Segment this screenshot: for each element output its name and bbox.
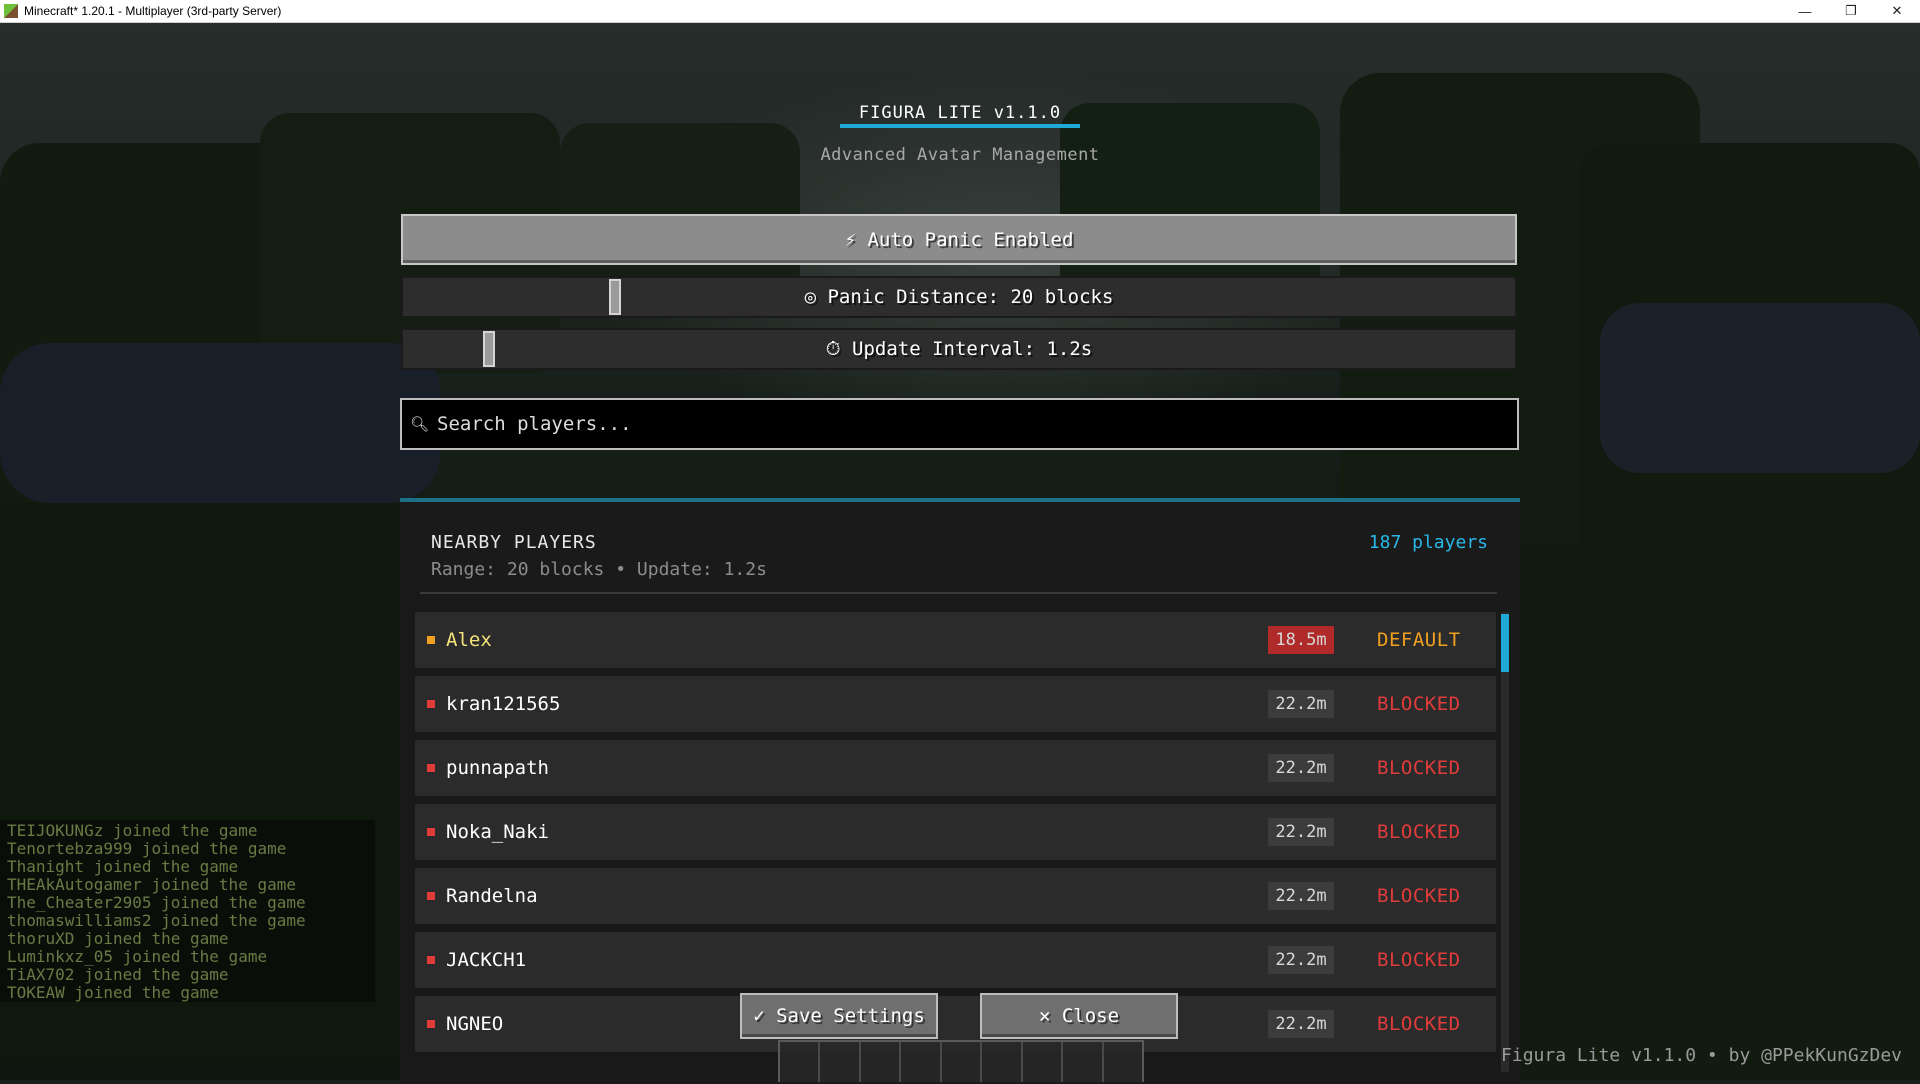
search-icon: 🔍︎	[410, 415, 430, 433]
player-distance-badge: 22.2m	[1268, 754, 1334, 782]
player-distance-badge: 22.2m	[1268, 882, 1334, 910]
chat-line: thoruXD joined the game	[7, 929, 229, 948]
close-label: ✕ Close	[1038, 1005, 1120, 1027]
player-status-bullet	[427, 828, 435, 836]
chat-line: Tenortebza999 joined the game	[7, 839, 287, 858]
auto-panic-toggle-button[interactable]: ⚡ Auto Panic Enabled	[401, 214, 1517, 265]
mod-subtitle: Advanced Avatar Management	[820, 145, 1100, 165]
search-players-input[interactable]: 🔍︎ Search players...	[400, 398, 1519, 450]
window-controls: — ❐ ✕	[1782, 0, 1920, 22]
mod-title: FIGURA LITE v1.1.0	[858, 103, 1062, 123]
player-name: Randelna	[446, 885, 538, 907]
player-status-bullet	[427, 700, 435, 708]
chat-line: TiAX702 joined the game	[7, 965, 229, 984]
update-interval-slider-handle[interactable]	[483, 331, 495, 367]
chat-log: TEIJOKUNGz joined the game Tenortebza999 …	[0, 820, 375, 1002]
update-interval-label: ⏱ Update Interval: 1.2s	[825, 338, 1093, 360]
player-row[interactable]: kran121565 22.2m BLOCKED	[415, 676, 1496, 732]
player-distance-badge: 22.2m	[1268, 1010, 1334, 1038]
close-window-button[interactable]: ✕	[1874, 0, 1920, 22]
panel-title: NEARBY PLAYERS	[431, 532, 597, 553]
player-status[interactable]: BLOCKED	[1377, 885, 1461, 907]
update-interval-slider[interactable]: ⏱ Update Interval: 1.2s	[401, 328, 1517, 370]
save-settings-button[interactable]: ✓ Save Settings	[740, 993, 938, 1039]
player-row[interactable]: Alex 18.5m DEFAULT	[415, 612, 1496, 668]
watermark: Figura Lite v1.1.0 • by @PPekKunGzDev	[1501, 1045, 1902, 1066]
minimize-button[interactable]: —	[1782, 0, 1828, 22]
window-titlebar: Minecraft* 1.20.1 - Multiplayer (3rd-par…	[0, 0, 1920, 23]
panic-distance-slider-handle[interactable]	[609, 279, 621, 315]
chat-line: The_Cheater2905 joined the game	[7, 893, 306, 912]
player-status[interactable]: BLOCKED	[1377, 757, 1461, 779]
minecraft-app-icon	[4, 4, 18, 18]
player-name: NGNEO	[446, 1013, 504, 1035]
player-status[interactable]: BLOCKED	[1377, 949, 1461, 971]
search-placeholder: Search players...	[437, 413, 632, 435]
nearby-players-panel: NEARBY PLAYERS Range: 20 blocks • Update…	[400, 498, 1520, 1084]
player-name: kran121565	[446, 693, 561, 715]
player-count: 187 players	[1368, 532, 1488, 553]
player-status-bullet	[427, 892, 435, 900]
player-list-scrollbar[interactable]	[1501, 612, 1509, 1072]
panel-subtitle: Range: 20 blocks • Update: 1.2s	[431, 559, 767, 580]
restore-button[interactable]: ❐	[1828, 0, 1874, 22]
player-name: Noka_Naki	[446, 821, 549, 843]
chat-line: TEIJOKUNGz joined the game	[7, 821, 258, 840]
player-status-bullet	[427, 956, 435, 964]
player-row[interactable]: Randelna 22.2m BLOCKED	[415, 868, 1496, 924]
player-status-bullet	[427, 764, 435, 772]
window-title: Minecraft* 1.20.1 - Multiplayer (3rd-par…	[24, 4, 282, 18]
player-row[interactable]: JACKCH1 22.2m BLOCKED	[415, 932, 1496, 988]
player-status[interactable]: BLOCKED	[1377, 1013, 1461, 1035]
player-status[interactable]: BLOCKED	[1377, 693, 1461, 715]
save-settings-label: ✓ Save Settings	[753, 1005, 925, 1027]
player-status[interactable]: DEFAULT	[1377, 629, 1461, 651]
player-status-bullet	[427, 1020, 435, 1028]
panel-divider	[420, 592, 1497, 594]
close-button[interactable]: ✕ Close	[980, 993, 1178, 1039]
player-status[interactable]: BLOCKED	[1377, 821, 1461, 843]
player-distance-badge: 22.2m	[1268, 946, 1334, 974]
player-status-bullet	[427, 636, 435, 644]
player-name: punnapath	[446, 757, 549, 779]
player-row[interactable]: Noka_Naki 22.2m BLOCKED	[415, 804, 1496, 860]
chat-line: THEAkAutogamer joined the game	[7, 875, 296, 894]
player-list-scrollbar-thumb[interactable]	[1501, 614, 1509, 672]
auto-panic-label: ⚡ Auto Panic Enabled	[844, 228, 1074, 251]
chat-line: Luminkxz_05 joined the game	[7, 947, 268, 966]
panic-distance-slider[interactable]: ◎ Panic Distance: 20 blocks	[401, 276, 1517, 318]
panic-distance-label: ◎ Panic Distance: 20 blocks	[804, 286, 1114, 308]
chat-line: Thanight joined the game	[7, 857, 239, 876]
chat-line: thomaswilliams2 joined the game	[7, 911, 306, 930]
player-distance-badge: 22.2m	[1268, 818, 1334, 846]
title-underline	[840, 124, 1080, 128]
player-name: Alex	[446, 629, 492, 651]
player-row[interactable]: punnapath 22.2m BLOCKED	[415, 740, 1496, 796]
chat-line: TOKEAW joined the game	[7, 983, 219, 1002]
player-distance-badge: 18.5m	[1268, 626, 1334, 654]
hotbar	[778, 1040, 1144, 1082]
player-distance-badge: 22.2m	[1268, 690, 1334, 718]
player-name: JACKCH1	[446, 949, 527, 971]
